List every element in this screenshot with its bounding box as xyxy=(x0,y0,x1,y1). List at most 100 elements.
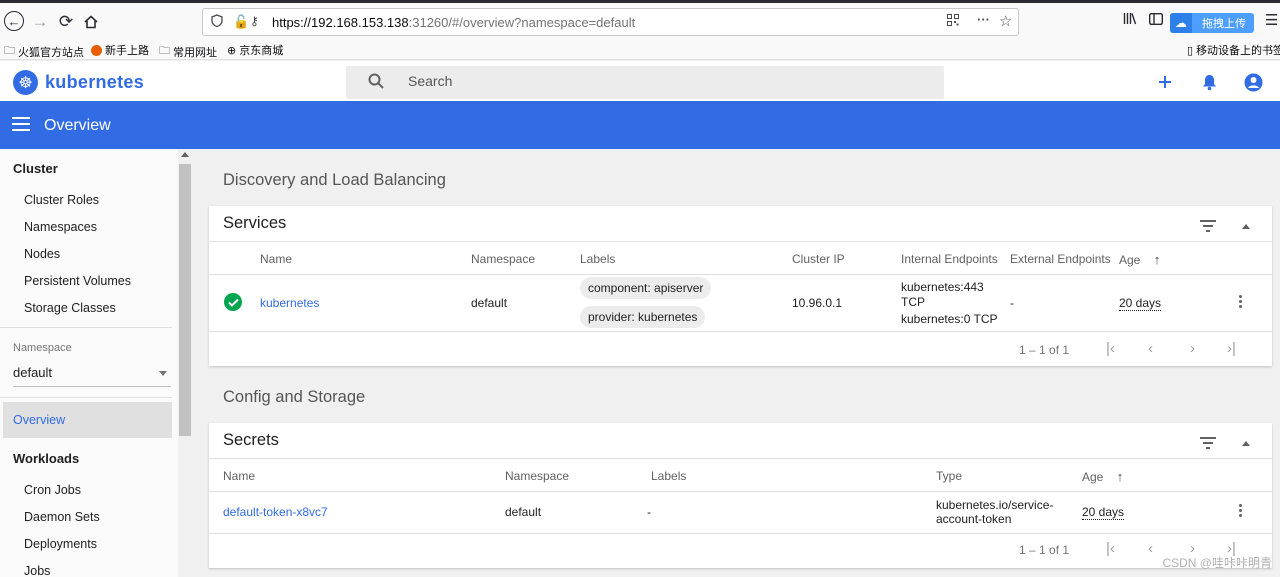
sidebar-toggle-icon[interactable] xyxy=(1148,12,1164,28)
home-icon[interactable] xyxy=(80,11,102,33)
namespace-select[interactable]: default xyxy=(13,365,171,387)
sidebar-heading-cluster[interactable]: Cluster xyxy=(13,161,58,176)
plus-icon[interactable] xyxy=(1155,72,1175,92)
sidebar-item-cron-jobs[interactable]: Cron Jobs xyxy=(24,483,81,497)
column-header-age[interactable]: Age ↑ xyxy=(1082,469,1123,484)
column-header: Cluster IP xyxy=(792,252,845,266)
bookmark-item[interactable]: 新手上路 xyxy=(91,42,149,58)
folder-icon: 🗀 xyxy=(159,45,170,57)
search-box[interactable] xyxy=(346,66,944,99)
page-actions-icon[interactable]: ··· xyxy=(977,12,990,27)
back-icon[interactable]: ← xyxy=(4,11,24,31)
namespace-label: Namespace xyxy=(13,342,72,354)
next-page-icon[interactable]: › xyxy=(1190,340,1195,357)
previous-page-icon[interactable]: ‹ xyxy=(1148,340,1153,357)
secret-name-link[interactable]: default-token-x8vc7 xyxy=(223,505,328,519)
qr-code-icon[interactable] xyxy=(947,14,959,29)
previous-page-icon[interactable]: ‹ xyxy=(1148,540,1153,557)
sort-ascending-icon[interactable]: ↑ xyxy=(1117,469,1124,484)
row-divider xyxy=(209,331,1272,332)
bookmark-star-icon[interactable]: ☆ xyxy=(999,12,1012,30)
browser-toolbar: ← → ⟳ 🔓 ⚷ https://192.168.153.138:31260/… xyxy=(0,0,1280,38)
brand-name[interactable]: kubernetes xyxy=(45,72,144,93)
cluster-ip: 10.96.0.1 xyxy=(792,296,843,310)
column-header[interactable]: Namespace xyxy=(471,252,535,266)
sidebar-item-cluster-roles[interactable]: Cluster Roles xyxy=(24,193,99,207)
filter-icon[interactable] xyxy=(1200,437,1216,449)
more-actions-icon[interactable] xyxy=(1239,504,1243,519)
status-ok-icon xyxy=(224,293,242,311)
sidebar-scrollbar[interactable] xyxy=(178,149,193,577)
column-header: Labels xyxy=(651,469,687,483)
secret-age: 20 days xyxy=(1082,505,1125,520)
first-page-icon[interactable]: |‹ xyxy=(1106,340,1115,357)
firefox-icon xyxy=(91,44,102,56)
scroll-up-icon[interactable] xyxy=(181,152,189,157)
column-header[interactable]: Name xyxy=(260,252,292,266)
first-page-icon[interactable]: |‹ xyxy=(1106,540,1115,557)
sidebar-item-storage-classes[interactable]: Storage Classes xyxy=(24,301,116,315)
bookmarks-bar: 🗀 火狐官方站点 新手上路 🗀 常用网址 ⊕ 京东商城 ▯ 移动设备上的书签 xyxy=(0,38,1280,60)
url-text[interactable]: https://192.168.153.138:31260/#/overview… xyxy=(272,15,635,30)
hamburger-menu-icon[interactable] xyxy=(12,117,30,131)
sidebar-item-persistent-volumes[interactable]: Persistent Volumes xyxy=(24,274,131,288)
last-page-icon[interactable]: ›| xyxy=(1227,340,1236,357)
library-icon[interactable] xyxy=(1123,12,1137,28)
forward-icon[interactable]: → xyxy=(29,11,51,33)
menu-icon[interactable]: ☰ xyxy=(1265,11,1278,29)
sidebar-item-namespaces[interactable]: Namespaces xyxy=(24,220,97,234)
service-age: 20 days xyxy=(1119,296,1162,311)
sort-ascending-icon[interactable]: ↑ xyxy=(1154,252,1161,267)
sidebar-item-overview[interactable]: Overview xyxy=(3,402,172,438)
column-header: External Endpoints xyxy=(1010,252,1111,266)
reload-icon[interactable]: ⟳ xyxy=(55,11,77,33)
kubernetes-logo-icon[interactable]: ☸ xyxy=(13,70,38,95)
column-header: Labels xyxy=(580,252,616,266)
external-endpoints: - xyxy=(1010,296,1014,310)
internal-endpoint: TCP xyxy=(901,295,925,309)
card-title: Secrets xyxy=(223,431,279,449)
page-title: Overview xyxy=(44,117,111,134)
sidebar-divider xyxy=(0,397,172,398)
notifications-bell-icon[interactable] xyxy=(1199,72,1219,92)
sidebar-item-nodes[interactable]: Nodes xyxy=(24,247,60,261)
collapse-icon[interactable] xyxy=(1242,223,1250,229)
globe-icon: ⊕ xyxy=(227,44,237,57)
app-header: ☸ kubernetes xyxy=(0,61,1280,101)
sidebar-heading-workloads[interactable]: Workloads xyxy=(13,451,79,466)
insecure-lock-icon[interactable]: 🔓 xyxy=(233,14,249,30)
sidebar-item-deployments[interactable]: Deployments xyxy=(24,537,97,551)
service-name-link[interactable]: kubernetes xyxy=(260,296,319,310)
sidebar-item-jobs[interactable]: Jobs xyxy=(24,564,50,577)
more-actions-icon[interactable] xyxy=(1239,295,1243,310)
collapse-icon[interactable] xyxy=(1242,440,1250,446)
pagination-text: 1 – 1 of 1 xyxy=(1019,543,1070,557)
column-header-age[interactable]: Age ↑ xyxy=(1119,252,1160,267)
row-divider xyxy=(209,533,1272,534)
column-header[interactable]: Namespace xyxy=(505,469,569,483)
account-icon[interactable] xyxy=(1243,72,1263,92)
tracking-shield-icon[interactable] xyxy=(211,14,223,30)
bookmark-item[interactable]: 🗀 火狐官方站点 xyxy=(4,42,84,61)
sidebar-item-daemon-sets[interactable]: Daemon Sets xyxy=(24,510,100,524)
search-input[interactable] xyxy=(408,73,908,89)
sidebar-nav: Cluster Cluster Roles Namespaces Nodes P… xyxy=(0,149,178,577)
watermark: CSDN @哇咔咔明青 xyxy=(1162,556,1272,570)
title-bar: Overview xyxy=(0,101,1280,149)
sidebar-divider xyxy=(0,327,172,328)
section-title-discovery: Discovery and Load Balancing xyxy=(223,171,446,189)
filter-icon[interactable] xyxy=(1200,220,1216,232)
key-icon[interactable]: ⚷ xyxy=(250,14,259,28)
bookmark-item[interactable]: ⊕ 京东商城 xyxy=(227,42,283,58)
upload-button[interactable]: ☁ 拖拽上传 xyxy=(1170,13,1254,33)
dropdown-arrow-icon xyxy=(159,371,167,376)
address-bar[interactable]: 🔓 ⚷ https://192.168.153.138:31260/#/over… xyxy=(202,8,1019,36)
scrollbar-thumb[interactable] xyxy=(179,164,191,436)
secret-type: kubernetes.io/service- xyxy=(936,498,1054,512)
secret-namespace: default xyxy=(505,505,542,519)
column-header[interactable]: Name xyxy=(223,469,255,483)
mobile-bookmarks[interactable]: ▯ 移动设备上的书签 xyxy=(1187,42,1280,58)
bookmark-item[interactable]: 🗀 常用网址 xyxy=(159,42,217,61)
table-header: Name Namespace Labels Cluster IP Interna… xyxy=(209,241,1272,275)
cloud-icon: ☁ xyxy=(1170,13,1192,33)
